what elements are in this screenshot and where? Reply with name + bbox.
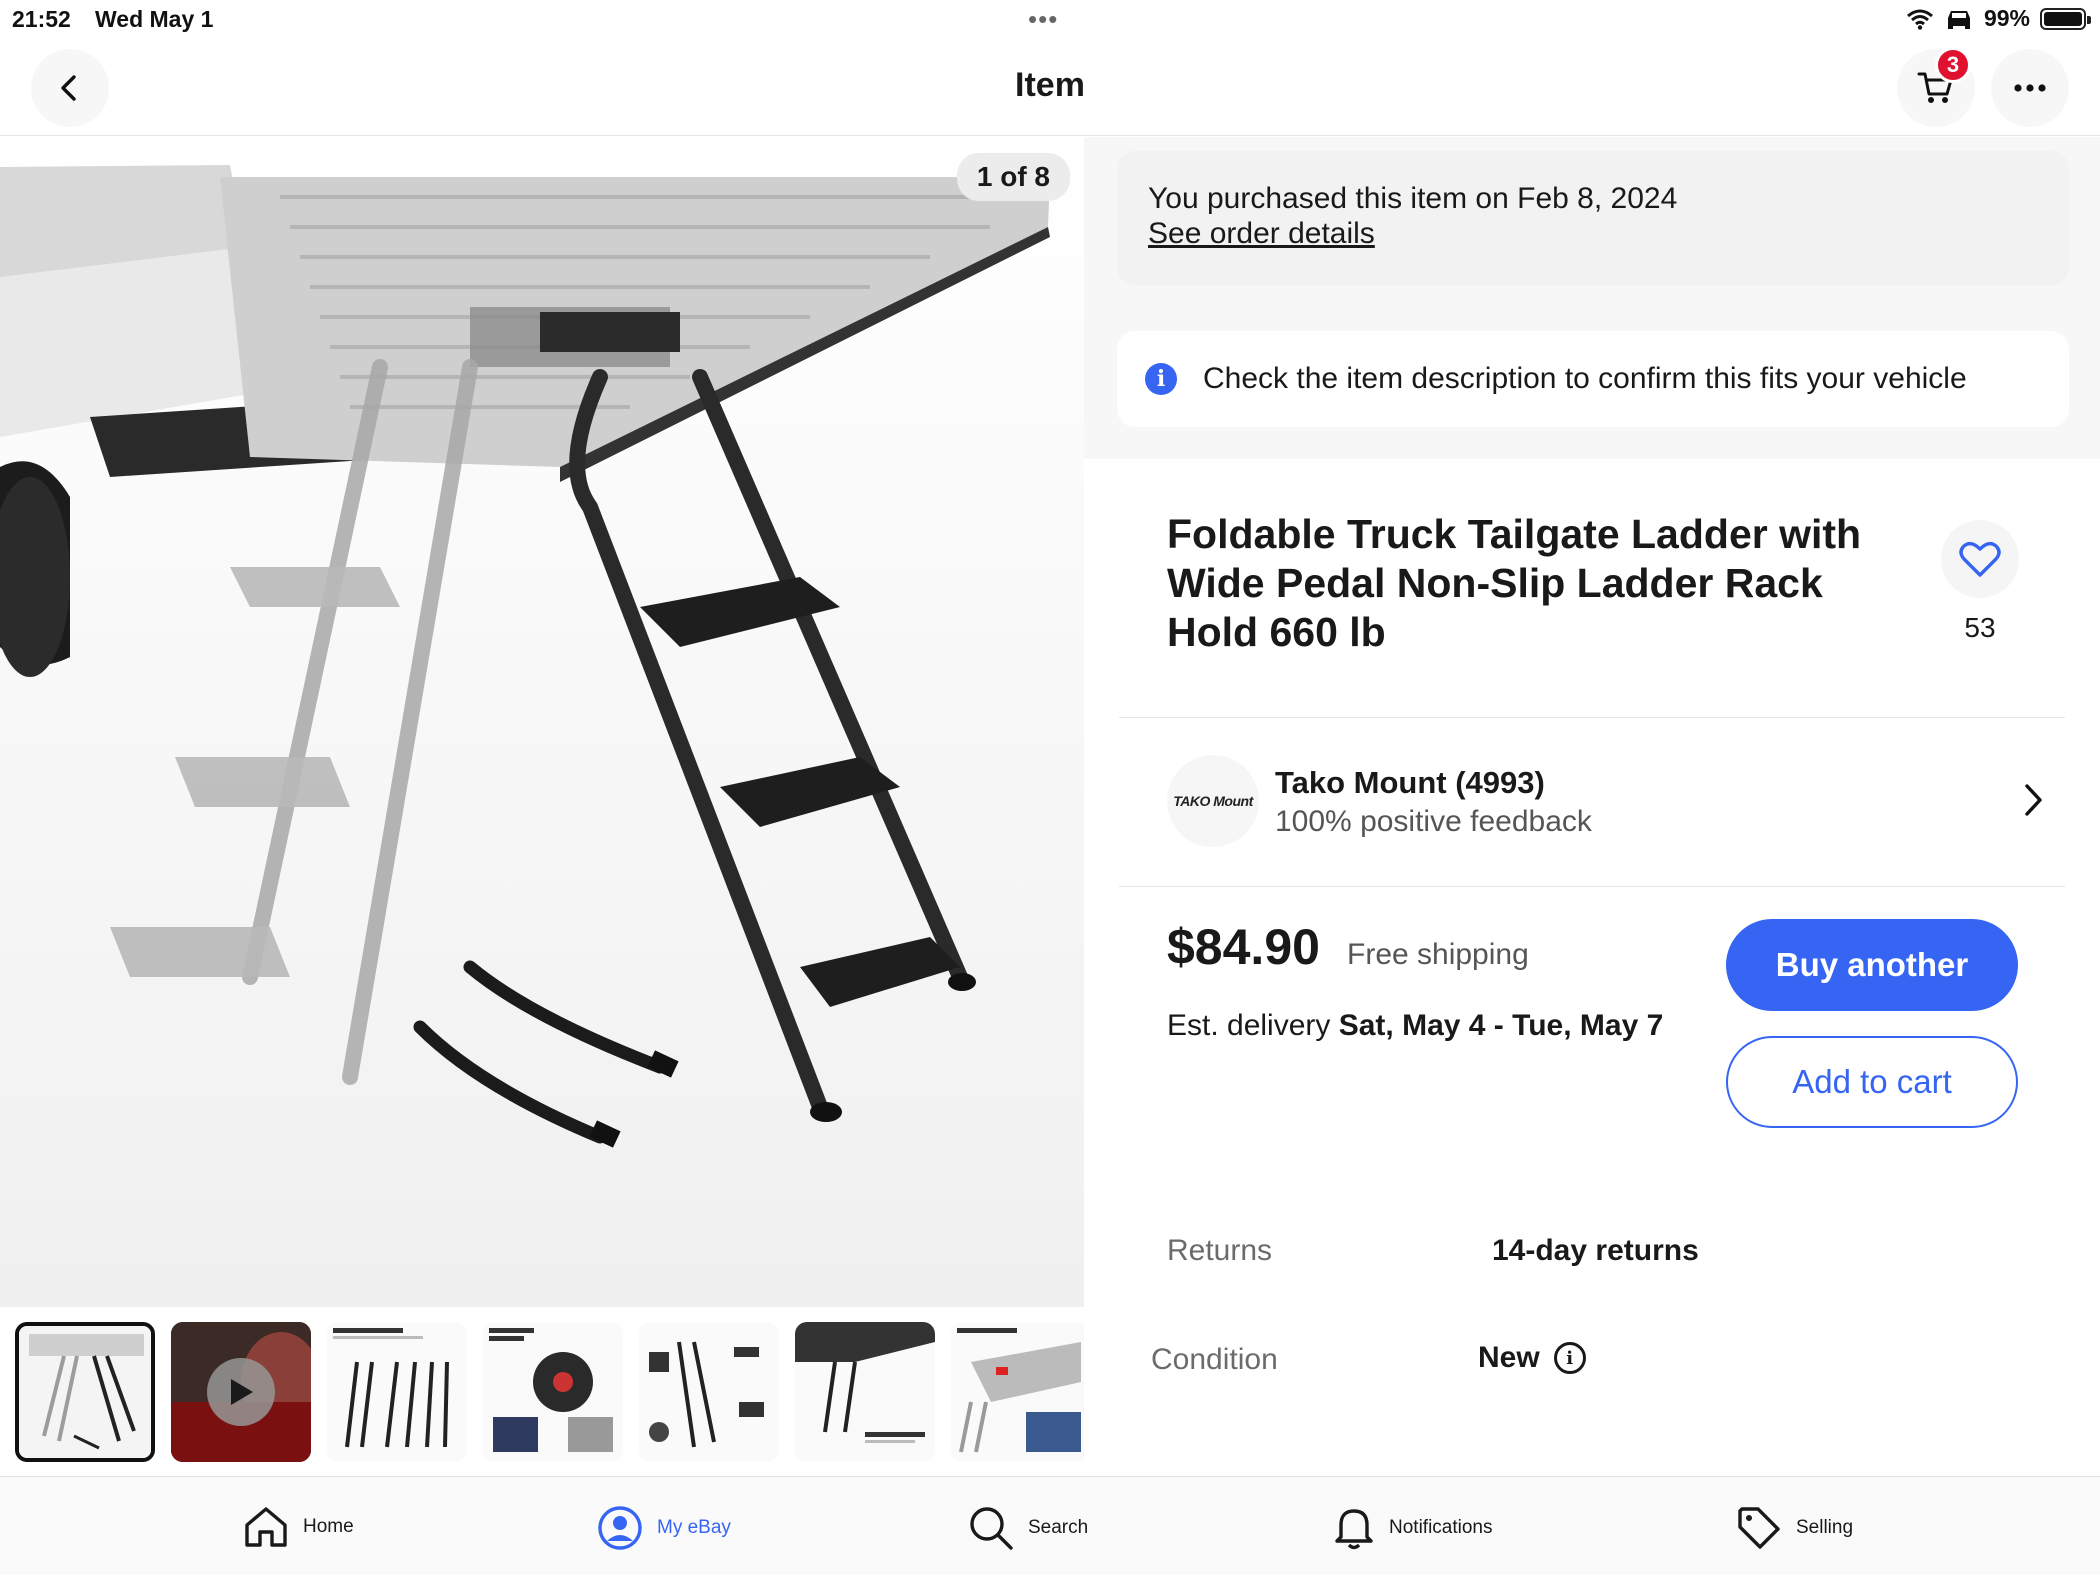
more-horizontal-icon	[2014, 84, 2046, 92]
tab-label: My eBay	[657, 1517, 731, 1538]
play-button[interactable]	[207, 1357, 275, 1426]
purchase-notice: You purchased this item on Feb 8, 2024 S…	[1117, 151, 2069, 285]
tab-label: Selling	[1796, 1517, 1854, 1538]
tab-label: Search	[1028, 1517, 1089, 1538]
heart-icon	[1959, 541, 2001, 577]
fitment-text: Check the item description to confirm th…	[1203, 362, 1967, 395]
condition-label: Condition	[1151, 1343, 1278, 1376]
product-main-image[interactable]	[0, 137, 1084, 1307]
thumbnail-image	[951, 1321, 1084, 1462]
thumbnail-7[interactable]	[951, 1321, 1084, 1462]
add-to-cart-button[interactable]: Add to cart	[1726, 1036, 2018, 1128]
thumbnail-6[interactable]	[795, 1321, 935, 1462]
returns-label: Returns	[1167, 1234, 1273, 1267]
condition-info-icon[interactable]: i	[1553, 1342, 1586, 1374]
item-price: $84.90	[1167, 919, 1320, 975]
battery-icon	[2040, 7, 2091, 30]
thumbnail-4[interactable]	[483, 1321, 623, 1462]
watch-count: 53	[1964, 612, 1996, 643]
thumbnail-5[interactable]	[639, 1321, 779, 1462]
bell-icon	[1335, 1509, 1373, 1550]
buy-another-button[interactable]: Buy another	[1726, 919, 2018, 1011]
status-bar: 21:52 Wed May 1 ••• 99%	[0, 0, 2100, 38]
more-options-button[interactable]	[1991, 49, 2069, 127]
delivery-prefix: Est. delivery	[1167, 1009, 1339, 1042]
battery-percent: 99%	[1983, 5, 2030, 31]
car-icon	[1947, 10, 1970, 29]
divider	[1119, 717, 2065, 718]
thumbnail-image	[639, 1321, 779, 1462]
shipping-info: Free shipping	[1347, 938, 1529, 971]
thumbnail-image	[483, 1321, 623, 1462]
tab-label: Notifications	[1389, 1517, 1493, 1538]
fitment-notice: i Check the item description to confirm …	[1117, 331, 2069, 427]
thumbnail-image	[19, 1325, 151, 1458]
thumbnail-1[interactable]	[15, 1321, 155, 1462]
watch-control: 53	[1940, 520, 2020, 644]
chevron-right-icon	[2025, 784, 2042, 816]
item-title: Foldable Truck Tailgate Ladder with Wide…	[1167, 511, 1862, 655]
watchlist-button[interactable]	[1941, 520, 2019, 598]
info-icon: i	[1145, 363, 1177, 395]
seller-feedback: 100% positive feedback	[1275, 805, 1592, 838]
seller-name: Tako Mount (4993)	[1275, 765, 1545, 800]
tab-my-ebay[interactable]: My eBay	[597, 1505, 731, 1551]
page-title: Item	[1015, 66, 1085, 104]
wifi-icon	[1906, 9, 1933, 30]
multitask-dots[interactable]: •••	[1028, 4, 1058, 35]
divider	[1119, 886, 2065, 887]
home-icon	[245, 1507, 287, 1547]
play-icon	[231, 1378, 253, 1405]
tab-selling[interactable]: Selling	[1736, 1505, 1853, 1551]
search-icon	[970, 1507, 1013, 1550]
top-app-bar: Item 3	[0, 38, 2100, 136]
user-circle-icon	[598, 1506, 642, 1550]
image-gallery[interactable]: 1 of 8	[0, 137, 1084, 1307]
seller-logo: TAKO Mount	[1167, 755, 1259, 847]
tab-search[interactable]: Search	[968, 1505, 1088, 1551]
estimated-delivery: Est. delivery Sat, May 4 - Tue, May 7	[1167, 1009, 1663, 1043]
photo-counter: 1 of 8	[956, 153, 1070, 201]
tab-label: Home	[303, 1516, 354, 1537]
tab-home[interactable]: Home	[243, 1505, 354, 1549]
condition-value-group: New i	[1478, 1341, 1586, 1375]
delivery-dates: Sat, May 4 - Tue, May 7	[1338, 1009, 1664, 1042]
thumbnail-strip[interactable]	[0, 1307, 1084, 1476]
returns-value: 14-day returns	[1492, 1234, 1699, 1267]
status-date: Wed May 1	[95, 6, 214, 32]
status-time: 21:52	[12, 6, 71, 32]
cart-button[interactable]: 3	[1897, 47, 1975, 127]
tag-icon	[1738, 1507, 1780, 1549]
tab-notifications[interactable]: Notifications	[1333, 1505, 1493, 1551]
thumbnail-3[interactable]	[327, 1321, 467, 1462]
purchase-text: You purchased this item on Feb 8, 2024	[1148, 182, 1678, 215]
cart-count-badge: 3	[1935, 47, 1971, 83]
thumbnail-image	[795, 1321, 935, 1462]
thumbnail-image	[327, 1321, 467, 1462]
thumbnail-video[interactable]	[171, 1321, 311, 1462]
condition-value: New	[1478, 1341, 1540, 1374]
bottom-tab-bar: Home My eBay Search Notifications Sellin…	[0, 1476, 2100, 1575]
status-indicators: 99%	[1906, 5, 2091, 32]
seller-info-row[interactable]: TAKO Mount Tako Mount (4993) 100% positi…	[1167, 755, 2042, 847]
see-order-details-link[interactable]: See order details	[1148, 217, 1375, 251]
